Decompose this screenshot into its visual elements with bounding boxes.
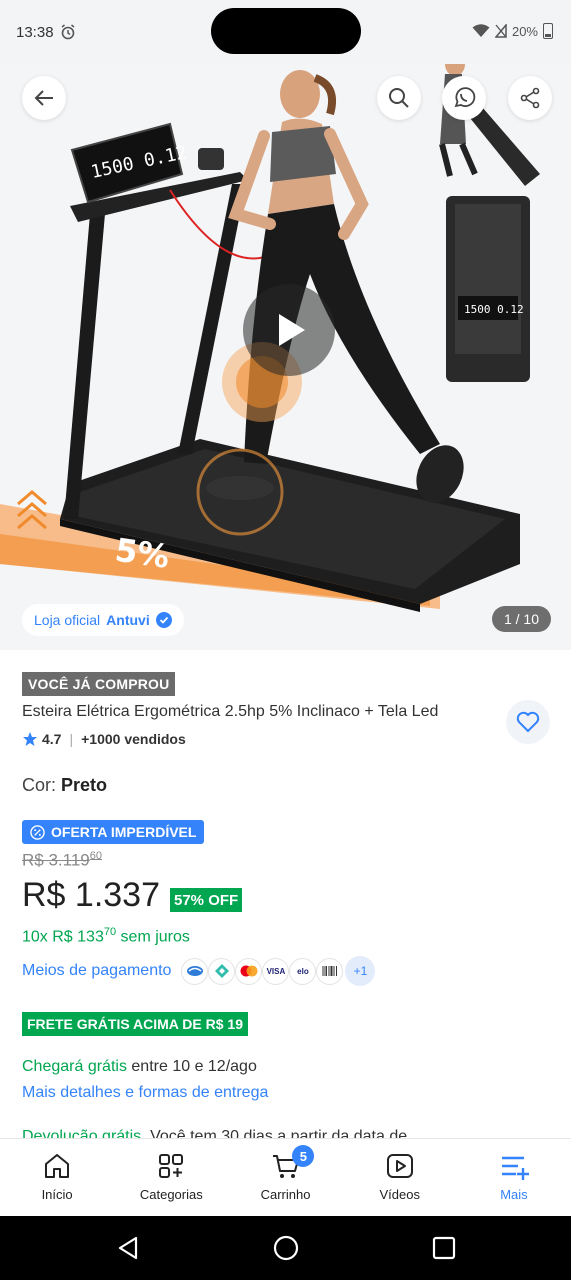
old-price: R$ 3.11960 <box>22 850 102 871</box>
nav-label-carrinho: Carrinho <box>260 1187 311 1202</box>
store-name: Antuvi <box>106 612 150 628</box>
nav-item-categorias[interactable]: Categorias <box>114 1139 228 1216</box>
whatsapp-icon <box>454 87 476 108</box>
cart-count-badge: 5 <box>292 1145 315 1167</box>
color-value: Preto <box>61 775 108 795</box>
discount-badge: 57% OFF <box>170 888 243 912</box>
nav-item-mais[interactable]: Mais <box>457 1139 571 1216</box>
already-bought-tag: VOCÊ JÁ COMPROU <box>22 672 176 696</box>
elo-icon: elo <box>289 957 317 985</box>
verified-icon <box>155 612 172 628</box>
mastercard-icon <box>235 957 263 985</box>
boleto-icon <box>316 957 344 985</box>
thumbnail-display-text: 1500 0.12 <box>464 303 524 316</box>
categories-icon <box>159 1154 184 1178</box>
share-button[interactable] <box>508 76 552 120</box>
nav-label-videos: Vídeos <box>379 1187 420 1202</box>
visa-icon: VISA <box>262 957 290 985</box>
whatsapp-button[interactable] <box>442 76 486 120</box>
rating-divider: | <box>69 731 74 747</box>
old-price-main: R$ 3.119 <box>22 850 90 870</box>
status-time: 13:38 <box>16 24 54 41</box>
arrival-free-label: Chegará grátis <box>22 1058 127 1075</box>
back-button[interactable] <box>22 76 66 120</box>
color-label: Cor: <box>22 775 57 795</box>
status-indicators: 20% <box>472 23 553 39</box>
nav-label-inicio: Início <box>41 1187 73 1202</box>
payment-methods-row[interactable]: Meios de pagamento VISA elo +1 <box>22 956 376 986</box>
deal-badge: OFERTA IMPERDÍVEL <box>22 820 205 844</box>
incline-label: 5% <box>113 531 172 576</box>
rating-value: 4.7 <box>42 731 62 747</box>
card-icon <box>181 957 209 985</box>
play-icon <box>279 314 305 346</box>
bottom-navigation: Início Categorias 5 Carrinho Vídeos Mais <box>0 1138 571 1216</box>
system-recents-icon[interactable] <box>430 1234 458 1262</box>
system-home-icon[interactable] <box>272 1234 300 1262</box>
more-icon <box>501 1156 529 1180</box>
old-price-cents: 60 <box>89 850 102 862</box>
installments-suffix: sem juros <box>120 928 190 946</box>
installments-main: 10x R$ 133 <box>22 928 104 946</box>
search-button[interactable] <box>377 76 421 120</box>
play-video-button[interactable] <box>243 284 335 376</box>
side-thumbnail-top: 1500 0.12 <box>446 196 530 382</box>
product-title: Esteira Elétrica Ergométrica 2.5hp 5% In… <box>22 703 439 720</box>
product-gallery[interactable]: 1500 0.12 5% 1500 0.12 Loja oficial Antu… <box>0 64 571 650</box>
search-icon <box>389 88 409 108</box>
sold-count: +1000 vendidos <box>81 731 186 747</box>
payment-methods-link[interactable]: Meios de pagamento <box>22 962 171 980</box>
arrival-estimate: Chegará grátis entre 10 e 12/ago <box>22 1058 257 1076</box>
star-icon <box>23 732 37 746</box>
official-store-badge[interactable]: Loja oficial Antuvi <box>22 604 184 636</box>
no-signal-icon <box>494 24 507 38</box>
free-shipping-badge: FRETE GRÁTIS ACIMA DE R$ 19 <box>22 1012 248 1036</box>
nav-item-videos[interactable]: Vídeos <box>343 1139 457 1216</box>
color-selector[interactable]: Cor: Preto <box>22 775 107 796</box>
installments: 10x R$ 13370 sem juros <box>22 926 190 946</box>
delivery-details-link[interactable]: Mais detalhes e formas de entrega <box>22 1084 268 1102</box>
image-page-counter: 1 / 10 <box>491 606 551 632</box>
home-icon <box>45 1154 70 1178</box>
favorite-button[interactable] <box>506 700 550 744</box>
camera-cutout <box>211 8 361 54</box>
discount-icon <box>30 824 45 840</box>
pix-icon <box>208 957 236 985</box>
battery-icon <box>543 23 553 39</box>
heart-icon <box>516 711 540 733</box>
status-bar: 13:38 20% <box>0 0 571 64</box>
arrow-left-icon <box>34 90 53 106</box>
battery-percent: 20% <box>511 23 538 39</box>
nav-label-mais: Mais <box>500 1187 528 1202</box>
system-back-icon[interactable] <box>114 1234 142 1262</box>
nav-label-categorias: Categorias <box>139 1187 203 1202</box>
current-price: R$ 1.337 <box>22 876 160 914</box>
installments-cents: 70 <box>103 926 117 938</box>
nav-item-carrinho[interactable]: 5 Carrinho <box>228 1139 342 1216</box>
deal-badge-label: OFERTA IMPERDÍVEL <box>51 824 197 840</box>
official-store-label: Loja oficial <box>34 612 101 628</box>
system-navigation-bar <box>0 1216 571 1280</box>
alarm-icon <box>61 24 75 40</box>
rating-row[interactable]: 4.7 | +1000 vendidos <box>22 731 186 747</box>
wifi-icon <box>472 24 490 37</box>
arrival-dates: entre 10 e 12/ago <box>131 1058 257 1075</box>
share-icon <box>520 87 540 109</box>
video-icon <box>386 1154 413 1178</box>
more-payment-methods[interactable]: +1 <box>345 956 376 986</box>
nav-item-inicio[interactable]: Início <box>0 1139 114 1216</box>
